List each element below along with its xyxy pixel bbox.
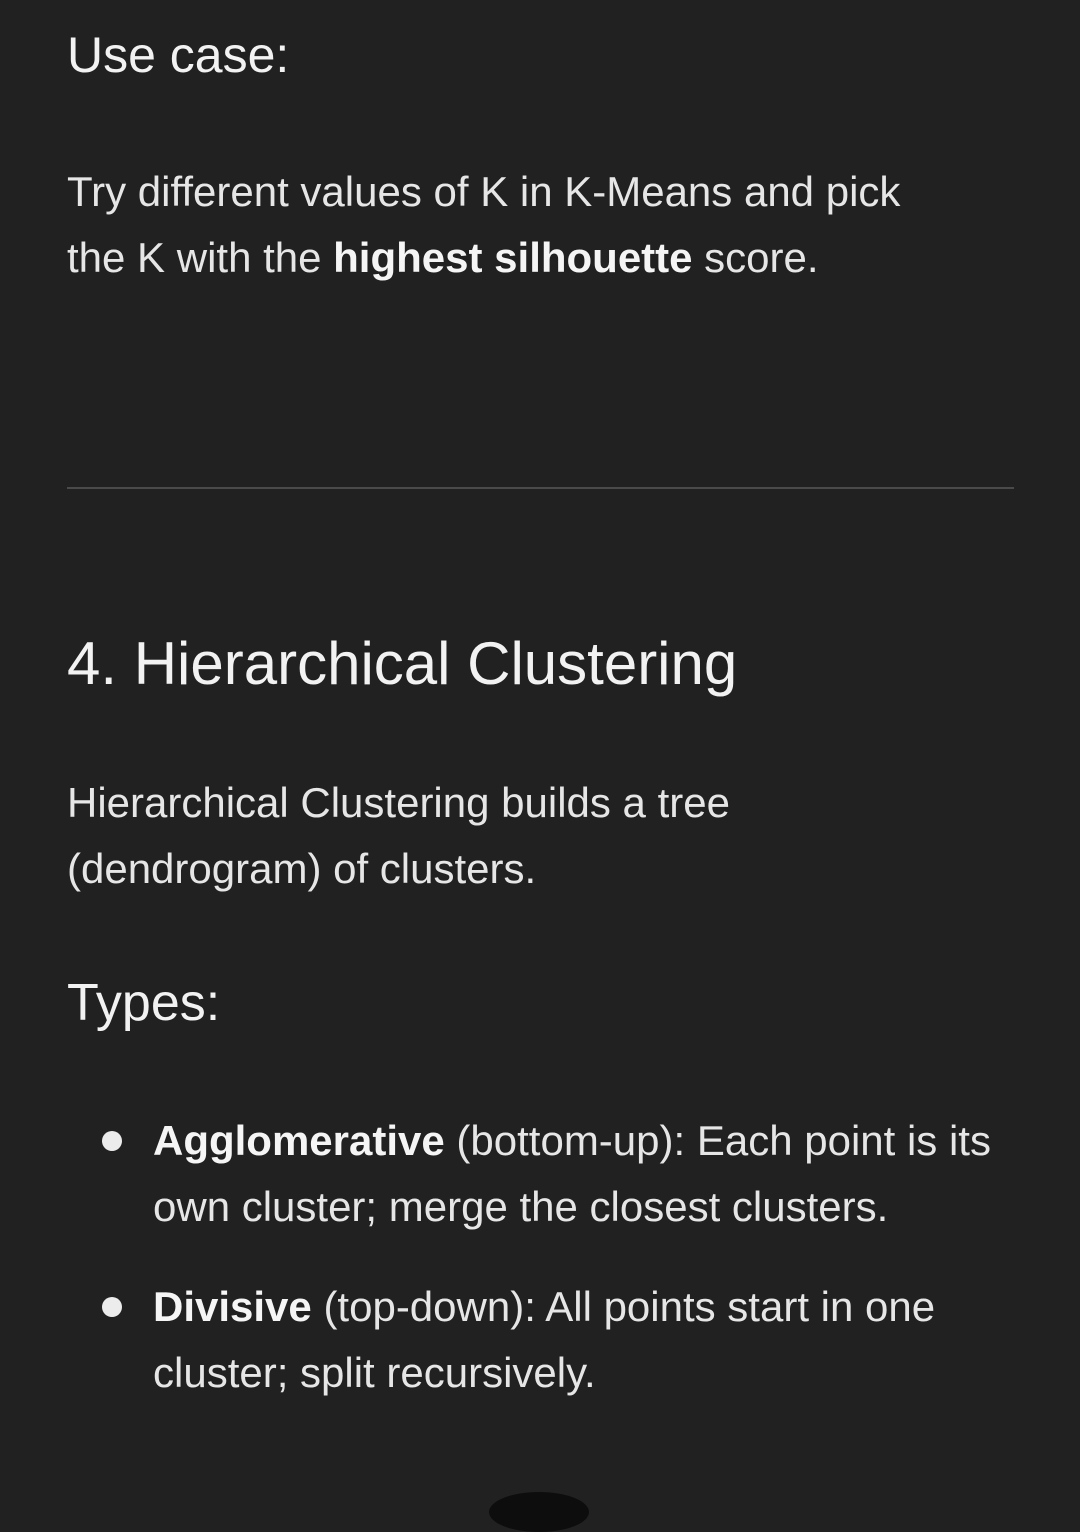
bullet-icon	[102, 1297, 122, 1317]
list-item: Agglomerative (bottom-up): Each point is…	[67, 1108, 1014, 1240]
bullet-icon	[102, 1131, 122, 1151]
use-case-text-end: score.	[692, 234, 819, 281]
use-case-heading: Use case:	[67, 27, 290, 83]
intro-paragraph: Hierarchical Clustering builds a tree (d…	[67, 779, 730, 892]
section-divider	[67, 487, 1014, 489]
list-item-bold: Divisive	[153, 1283, 312, 1330]
types-heading: Types:	[67, 974, 221, 1032]
list-item: Divisive (top-down): All points start in…	[67, 1274, 1014, 1406]
types-list: Agglomerative (bottom-up): Each point is…	[67, 1108, 1014, 1440]
use-case-paragraph: Try different values of K in K-Means and…	[67, 159, 967, 291]
list-item-bold: Agglomerative	[153, 1117, 445, 1164]
section-title: 4. Hierarchical Clustering	[67, 630, 738, 697]
use-case-bold: highest silhouette	[333, 234, 693, 281]
scroll-down-button[interactable]	[489, 1492, 589, 1532]
